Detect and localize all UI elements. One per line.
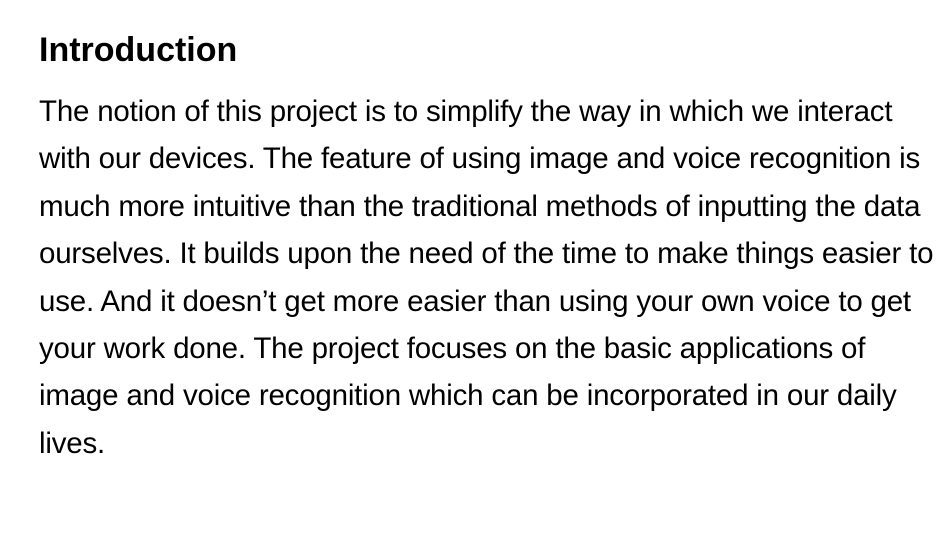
document-page: Introduction The notion of this project … xyxy=(39,26,939,467)
section-heading: Introduction xyxy=(39,31,238,69)
introduction-paragraph: The notion of this project is to simplif… xyxy=(39,95,934,460)
